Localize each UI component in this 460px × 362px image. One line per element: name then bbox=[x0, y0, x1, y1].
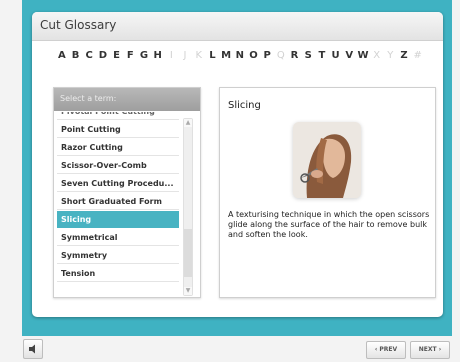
alphabet-letter-a[interactable]: A bbox=[55, 50, 69, 61]
course-frame: Cut Glossary A B C D E F G H I J K L M N O P Q R S T U V W X Y Z #… bbox=[22, 0, 452, 336]
term-detail-box: Slicing A texturising technique in which… bbox=[219, 87, 436, 298]
hair-slicing-illustration bbox=[293, 122, 361, 198]
alphabet-letter-q: Q bbox=[276, 50, 285, 61]
list-item[interactable]: Pivotal Point Cutting bbox=[57, 112, 179, 120]
alphabet-letter-l[interactable]: L bbox=[206, 50, 220, 61]
term-list-box: Select a term: Pivotal Point CuttingPoin… bbox=[53, 87, 201, 298]
list-item-selected[interactable]: Slicing bbox=[57, 211, 179, 228]
alphabet-letter-v[interactable]: V bbox=[342, 50, 356, 61]
audio-button[interactable] bbox=[23, 339, 43, 359]
alphabet-letter-t[interactable]: T bbox=[315, 50, 329, 61]
alphabet-letter-x: X bbox=[373, 50, 381, 61]
alphabet-letter-y: Y bbox=[387, 50, 394, 61]
alphabet-letter-j: J bbox=[183, 50, 187, 61]
alphabet-index: A B C D E F G H I J K L M N O P Q R S T U V W X Y Z # bbox=[55, 50, 425, 66]
chevron-right-icon: › bbox=[438, 346, 442, 353]
alphabet-letter-e[interactable]: E bbox=[110, 50, 124, 61]
chevron-left-icon: ‹ bbox=[374, 346, 378, 353]
list-item[interactable]: Symmetry bbox=[57, 247, 179, 264]
alphabet-letter-i: I bbox=[169, 50, 173, 61]
term-title: Slicing bbox=[228, 100, 261, 111]
alphabet-letter-p[interactable]: P bbox=[260, 50, 274, 61]
alphabet-letter-u[interactable]: U bbox=[329, 50, 343, 61]
scroll-down-button[interactable]: ▼ bbox=[184, 287, 192, 295]
alphabet-letter-h[interactable]: H bbox=[151, 50, 165, 61]
alphabet-letter-o[interactable]: O bbox=[247, 50, 261, 61]
alphabet-letter-w[interactable]: W bbox=[356, 50, 370, 61]
alphabet-letter-c[interactable]: C bbox=[82, 50, 96, 61]
list-item[interactable]: Short Graduated Form bbox=[57, 193, 179, 210]
alphabet-letter-d[interactable]: D bbox=[96, 50, 110, 61]
window-title: Cut Glossary bbox=[40, 18, 117, 32]
term-description: A texturising technique in which the ope… bbox=[228, 210, 430, 239]
speaker-icon bbox=[29, 344, 35, 354]
list-item[interactable]: Scissor-Over-Comb bbox=[57, 157, 179, 174]
alphabet-letter-n[interactable]: N bbox=[233, 50, 247, 61]
term-list: Pivotal Point CuttingPoint CuttingRazor … bbox=[57, 112, 181, 292]
alphabet-letter-hash: # bbox=[413, 50, 422, 61]
term-list-scrollbar[interactable]: ▲ ▼ bbox=[183, 118, 193, 296]
alphabet-letter-r[interactable]: R bbox=[288, 50, 302, 61]
alphabet-letter-g[interactable]: G bbox=[137, 50, 151, 61]
prev-label: PREV bbox=[379, 346, 398, 353]
alphabet-letter-m[interactable]: M bbox=[219, 50, 233, 61]
list-item[interactable]: Seven Cutting Procedu... bbox=[57, 175, 179, 192]
term-list-header: Select a term: bbox=[54, 88, 200, 111]
list-item[interactable]: Razor Cutting bbox=[57, 139, 179, 156]
alphabet-letter-z[interactable]: Z bbox=[397, 50, 411, 61]
alphabet-letter-s[interactable]: S bbox=[301, 50, 315, 61]
next-button[interactable]: NEXT › bbox=[410, 341, 450, 359]
alphabet-letter-b[interactable]: B bbox=[69, 50, 83, 61]
bottom-toolbar: ‹ PREV NEXT › bbox=[22, 336, 452, 361]
alphabet-letter-k: K bbox=[195, 50, 202, 61]
list-item[interactable]: Symmetrical bbox=[57, 229, 179, 246]
term-illustration bbox=[293, 122, 361, 198]
scroll-up-button[interactable]: ▲ bbox=[184, 119, 192, 127]
prev-button[interactable]: ‹ PREV bbox=[366, 341, 406, 359]
next-label: NEXT bbox=[418, 346, 437, 353]
title-bar: Cut Glossary bbox=[32, 12, 443, 41]
alphabet-letter-f[interactable]: F bbox=[123, 50, 137, 61]
scroll-thumb[interactable] bbox=[184, 229, 192, 277]
glossary-panel: Cut Glossary A B C D E F G H I J K L M N O P Q R S T U V W X Y Z #… bbox=[32, 12, 443, 317]
term-list-header-label: Select a term: bbox=[60, 94, 117, 103]
list-item[interactable]: Tension bbox=[57, 265, 179, 282]
list-item[interactable]: Point Cutting bbox=[57, 121, 179, 138]
